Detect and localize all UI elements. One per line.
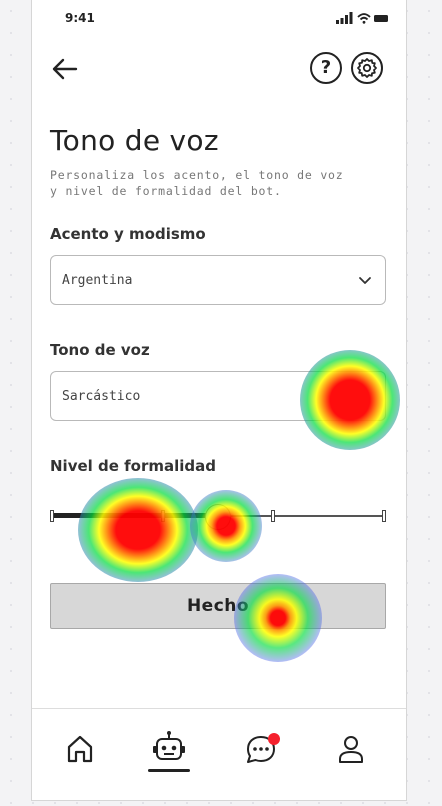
back-arrow-icon[interactable] bbox=[48, 52, 82, 86]
chevron-down-icon bbox=[359, 277, 371, 284]
slider-tick[interactable] bbox=[50, 510, 54, 522]
accent-select-value: Argentina bbox=[62, 273, 133, 288]
bottom-tab-bar bbox=[32, 708, 406, 801]
slider-tick[interactable] bbox=[271, 510, 275, 522]
home-icon[interactable] bbox=[60, 729, 100, 769]
done-button[interactable]: Hecho bbox=[50, 583, 386, 629]
help-icon: ? bbox=[320, 57, 332, 78]
page-title: Tono de voz bbox=[50, 124, 219, 157]
slider-tick[interactable] bbox=[161, 510, 165, 522]
help-button[interactable]: ? bbox=[310, 52, 342, 84]
formality-slider[interactable] bbox=[50, 498, 386, 534]
status-icons bbox=[336, 12, 388, 24]
slider-fill bbox=[50, 513, 216, 518]
slider-tick[interactable] bbox=[382, 510, 386, 522]
formality-label: Nivel de formalidad bbox=[50, 457, 217, 475]
settings-button[interactable] bbox=[351, 52, 383, 84]
active-tab-indicator bbox=[148, 769, 190, 772]
accent-label: Acento y modismo bbox=[50, 225, 206, 243]
tone-select-value: Sarcástico bbox=[62, 389, 141, 404]
phone-screen: 9:41 ? Tono de voz Personaliza los acent… bbox=[31, 0, 407, 801]
chat-icon[interactable] bbox=[241, 729, 281, 769]
slider-thumb[interactable] bbox=[205, 504, 231, 530]
bot-icon[interactable] bbox=[149, 729, 189, 769]
accent-select[interactable]: Argentina bbox=[50, 255, 386, 305]
page-subtitle: Personaliza los acento, el tono de voz y… bbox=[50, 168, 344, 198]
tone-select[interactable]: Sarcástico bbox=[50, 371, 386, 421]
status-bar: 9:41 bbox=[32, 0, 406, 40]
gear-icon bbox=[357, 58, 377, 78]
tone-label: Tono de voz bbox=[50, 341, 150, 359]
user-icon[interactable] bbox=[331, 729, 371, 769]
status-time: 9:41 bbox=[65, 11, 95, 25]
chat-notification-badge bbox=[268, 733, 280, 745]
